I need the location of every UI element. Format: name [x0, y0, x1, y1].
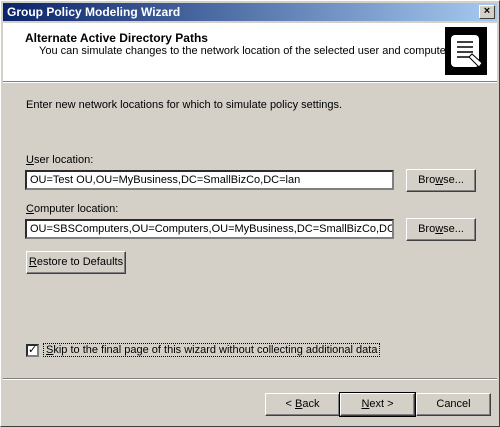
computer-location-label: Computer location:	[26, 203, 119, 215]
restore-defaults-button[interactable]: Restore to Defaults	[26, 251, 126, 274]
page-title: Alternate Active Directory Paths	[25, 31, 208, 45]
title-bar[interactable]: Group Policy Modeling Wizard ×	[3, 3, 497, 21]
skip-checkbox[interactable]: ✓	[26, 344, 39, 357]
window-title: Group Policy Modeling Wizard	[7, 5, 181, 19]
page-subtitle: You can simulate changes to the network …	[39, 45, 452, 57]
computer-browse-button[interactable]: Browse...	[406, 218, 476, 241]
back-button[interactable]: < Back	[265, 393, 340, 416]
user-location-label: User location:	[26, 154, 94, 166]
close-icon: ×	[483, 5, 491, 17]
check-icon: ✓	[28, 344, 38, 356]
skip-checkbox-label[interactable]: Skip to the final page of this wizard wi…	[43, 343, 381, 357]
header-divider	[3, 81, 497, 83]
wizard-window: Group Policy Modeling Wizard × Alternate…	[0, 0, 500, 427]
user-location-input[interactable]: OU=Test OU,OU=MyBusiness,DC=SmallBizCo,D…	[25, 170, 394, 190]
computer-location-input[interactable]: OU=SBSComputers,OU=Computers,OU=MyBusine…	[25, 219, 394, 239]
scroll-document-icon	[445, 27, 487, 75]
next-button[interactable]: Next >	[339, 392, 416, 417]
cancel-button[interactable]: Cancel	[416, 393, 491, 416]
user-browse-button[interactable]: Browse...	[406, 169, 476, 192]
footer-divider	[3, 378, 497, 380]
close-button[interactable]: ×	[479, 5, 495, 19]
intro-text: Enter new network locations for which to…	[26, 99, 343, 111]
wizard-header: Alternate Active Directory Paths You can…	[3, 23, 497, 81]
